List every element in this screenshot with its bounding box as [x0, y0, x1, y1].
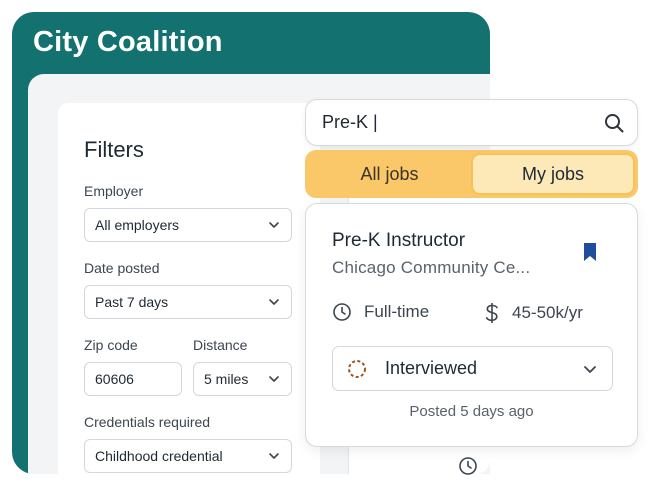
distance-label: Distance — [193, 337, 248, 353]
zip-code-label: Zip code — [84, 337, 138, 353]
job-type: Full-time — [332, 302, 429, 322]
credentials-value: Childhood credential — [95, 448, 223, 464]
job-pay-label: 45-50k/yr — [512, 303, 583, 322]
filters-title: Filters — [84, 137, 144, 162]
bookmark-icon[interactable] — [581, 241, 599, 263]
chevron-down-icon — [269, 299, 279, 305]
job-card[interactable]: Pre-K Instructor Chicago Community Ce...… — [305, 203, 638, 447]
date-posted-label: Date posted — [84, 260, 160, 276]
job-pay: 45-50k/yr — [484, 302, 583, 324]
date-posted-select[interactable]: Past 7 days — [84, 285, 292, 319]
job-title: Pre-K Instructor — [332, 230, 466, 251]
date-posted-value: Past 7 days — [95, 294, 169, 310]
employer-label: Employer — [84, 183, 144, 199]
chevron-down-icon — [269, 453, 279, 459]
job-type-label: Full-time — [364, 302, 430, 321]
chevron-down-icon — [584, 366, 596, 373]
chevron-down-icon — [269, 376, 279, 382]
search-input[interactable]: Pre-K | — [322, 112, 378, 133]
tab-all-jobs[interactable]: All jobs — [308, 153, 471, 195]
distance-select[interactable]: 5 miles — [193, 362, 292, 396]
clock-icon — [459, 457, 477, 475]
application-status-select[interactable]: Interviewed — [332, 346, 613, 391]
chevron-down-icon — [269, 222, 279, 228]
tab-my-jobs[interactable]: My jobs — [471, 153, 635, 195]
search-icon[interactable] — [603, 112, 625, 134]
zip-code-input[interactable]: 60606 — [84, 362, 182, 396]
job-tabs: All jobs My jobs — [305, 150, 638, 198]
zip-code-value: 60606 — [95, 371, 134, 387]
application-status-value: Interviewed — [385, 358, 478, 378]
job-search-bar[interactable]: Pre-K | — [305, 99, 638, 146]
dollar-icon — [485, 303, 498, 323]
status-dashed-circle-icon — [348, 359, 366, 378]
employer-select[interactable]: All employers — [84, 208, 292, 242]
employer-value: All employers — [95, 217, 180, 233]
clock-icon — [333, 303, 351, 321]
job-organization: Chicago Community Ce... — [332, 258, 531, 277]
posted-date: Posted 5 days ago — [409, 403, 534, 420]
app-title: City Coalition — [33, 26, 223, 58]
credentials-label: Credentials required — [84, 414, 211, 430]
distance-value: 5 miles — [204, 371, 249, 387]
credentials-select[interactable]: Childhood credential — [84, 439, 292, 473]
filters-panel: Filters Employer All employers Date post… — [58, 103, 320, 487]
